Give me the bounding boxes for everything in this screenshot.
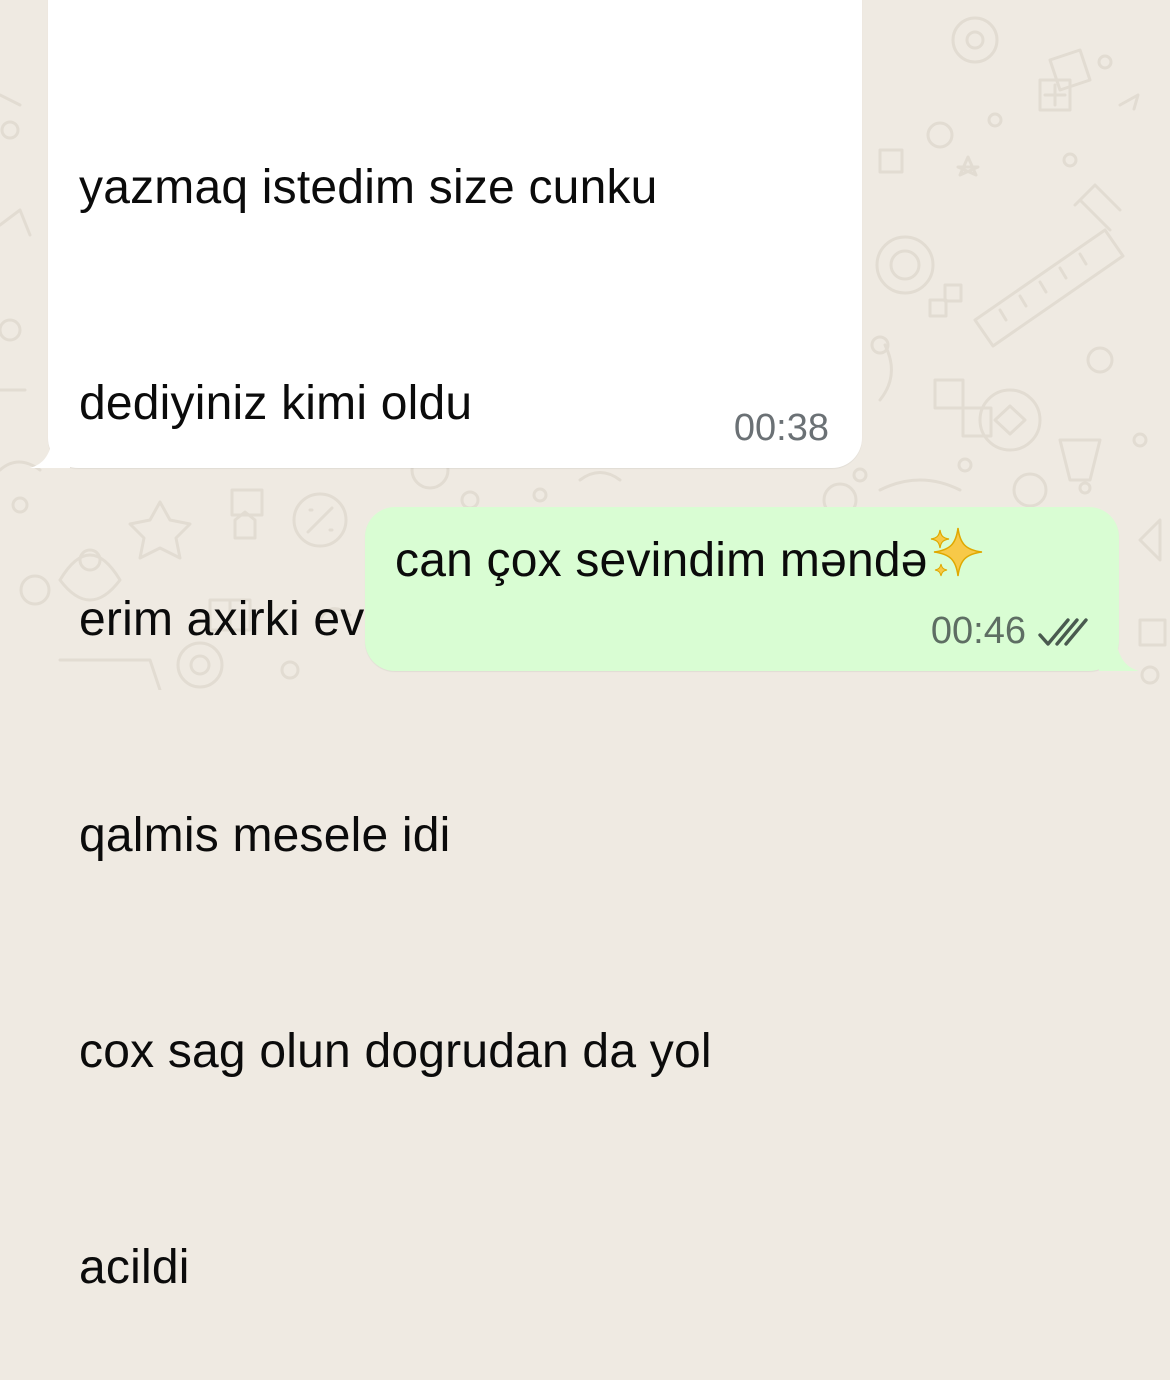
- bubble-tail-icon: [1099, 631, 1139, 671]
- outgoing-message-text: can çox sevindim məndə: [395, 524, 986, 597]
- outgoing-message-bubble[interactable]: can çox sevindim məndə 00:46: [365, 507, 1139, 671]
- message-line: qalmis mesele idi: [79, 809, 451, 862]
- double-check-icon: [1038, 618, 1088, 646]
- message-timestamp: 00:38: [733, 407, 829, 449]
- message-line: cox sag olun dogrudan da yol: [79, 1025, 712, 1078]
- incoming-message-text: yazmaq istedim size cunku dediyiniz kimi…: [79, 8, 712, 1380]
- message-timestamp: 00:46: [930, 610, 1026, 652]
- message-line: can çox sevindim məndə: [395, 534, 928, 587]
- message-line: dediyiniz kimi oldu: [79, 377, 473, 430]
- incoming-message-bubble[interactable]: yazmaq istedim size cunku dediyiniz kimi…: [30, 0, 862, 1294]
- message-line: acildi: [79, 1241, 190, 1294]
- bubble-tail-icon: [30, 428, 70, 468]
- message-line: yazmaq istedim size cunku: [79, 161, 658, 214]
- sparkles-emoji-icon: [930, 527, 982, 577]
